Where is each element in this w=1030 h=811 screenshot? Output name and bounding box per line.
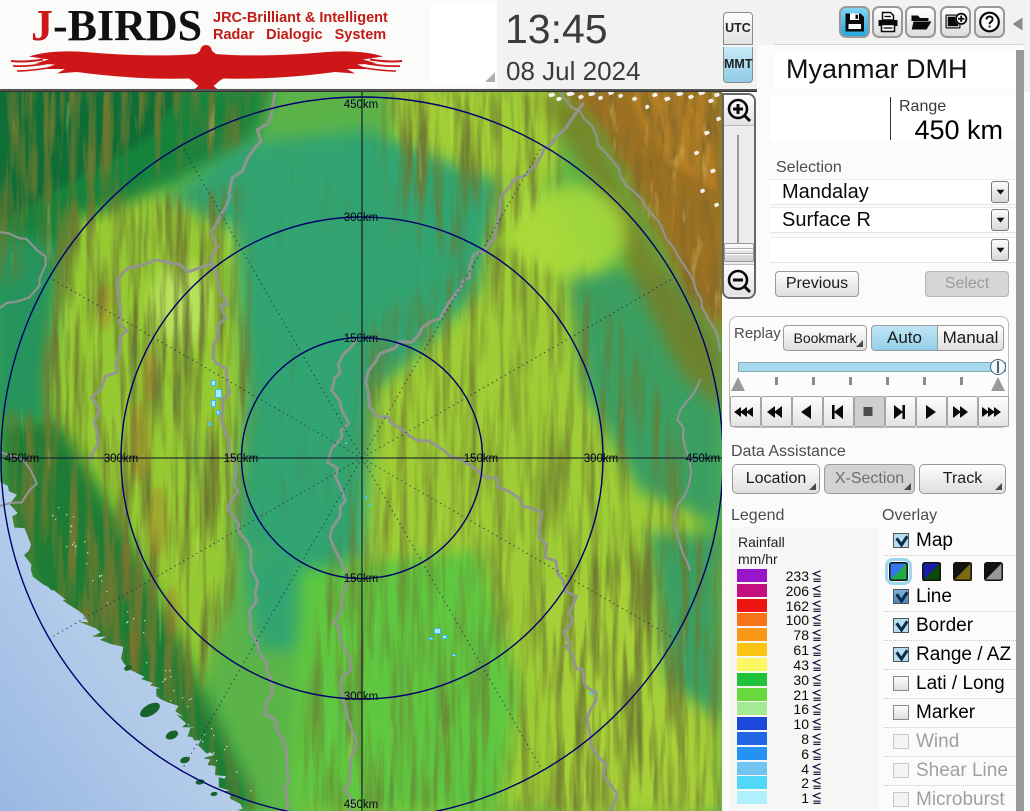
svg-text:450km: 450km xyxy=(686,453,721,465)
svg-text:150km: 150km xyxy=(344,333,379,345)
svg-text:300km: 300km xyxy=(584,453,619,465)
svg-text:150km: 150km xyxy=(464,453,499,465)
svg-text:450km: 450km xyxy=(5,453,40,465)
svg-text:300km: 300km xyxy=(344,691,379,703)
svg-text:300km: 300km xyxy=(344,212,379,224)
svg-text:450km: 450km xyxy=(344,799,379,811)
svg-text:300km: 300km xyxy=(104,453,139,465)
svg-text:450km: 450km xyxy=(344,99,379,111)
svg-text:150km: 150km xyxy=(344,573,379,585)
svg-text:150km: 150km xyxy=(224,453,259,465)
